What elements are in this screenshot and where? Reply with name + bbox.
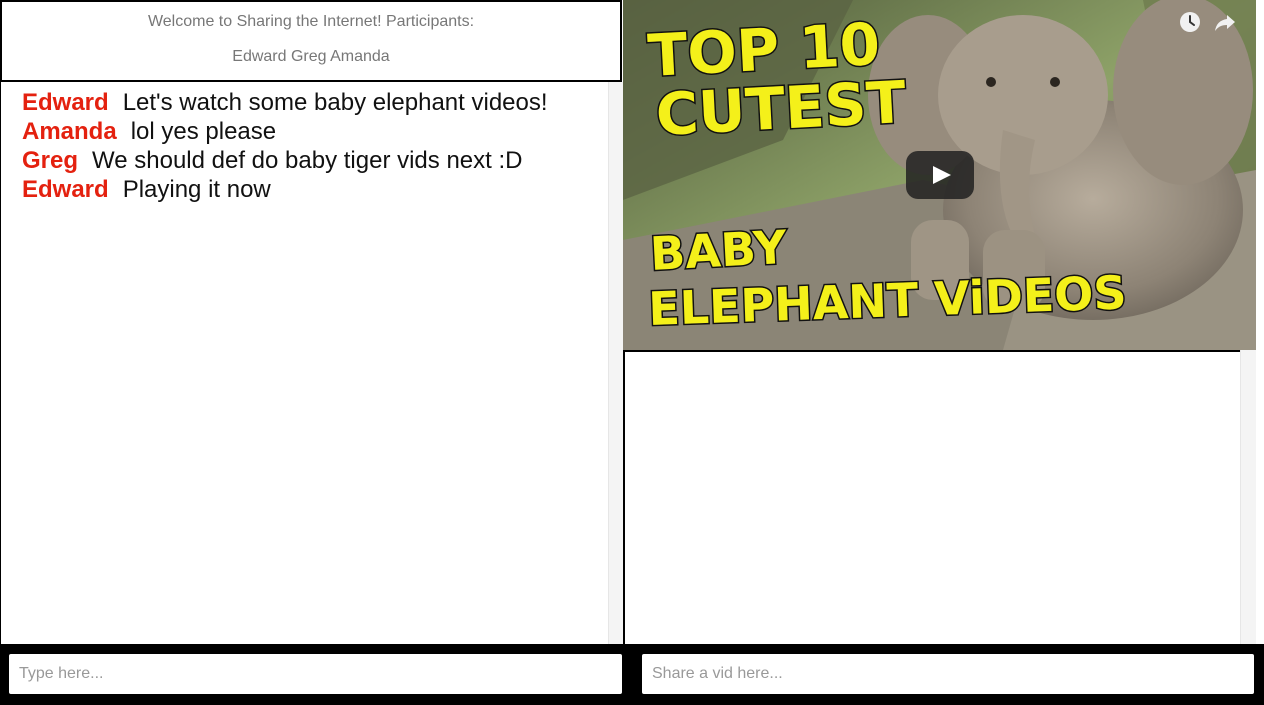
message-text: We should def do baby tiger vids next :D [92, 147, 523, 174]
message-list: Edward Let's watch some baby elephant vid… [22, 88, 599, 204]
chat-panel: Edward Let's watch some baby elephant vid… [0, 82, 609, 644]
message-text: Let's watch some baby elephant videos! [122, 89, 548, 116]
play-icon[interactable] [906, 151, 974, 199]
participants-list: Edward Greg Amanda [232, 48, 390, 65]
chat-input[interactable] [9, 654, 622, 694]
shared-video-list [623, 350, 1240, 644]
chat-message: Edward Let's watch some baby elephant vid… [22, 88, 599, 117]
message-sender: Greg [22, 147, 79, 174]
message-sender: Amanda [22, 118, 117, 145]
video-list-scrollbar[interactable] [1240, 350, 1257, 644]
share-icon[interactable] [1213, 10, 1237, 34]
input-bar [0, 644, 1264, 705]
message-text: Playing it now [122, 176, 271, 203]
message-sender: Edward [22, 176, 109, 203]
svg-text:BABY: BABY [649, 220, 789, 281]
share-video-input[interactable] [642, 654, 1254, 694]
video-player[interactable]: TOP 10 CUTEST BABY ELEPHANT ViDEOS [623, 0, 1256, 350]
chat-message: Amanda lol yes please [22, 117, 599, 146]
welcome-header: Welcome to Sharing the Internet! Partici… [0, 0, 622, 82]
clock-icon[interactable] [1178, 10, 1202, 34]
sharing-app: Welcome to Sharing the Internet! Partici… [0, 0, 1264, 705]
chat-scrollbar[interactable] [608, 82, 623, 644]
message-text: lol yes please [130, 118, 277, 145]
welcome-title: Welcome to Sharing the Internet! Partici… [147, 13, 475, 30]
right-edge [1256, 0, 1264, 644]
chat-message: Edward Playing it now [22, 175, 599, 204]
chat-message: Greg We should def do baby tiger vids nex… [22, 146, 599, 175]
message-sender: Edward [22, 89, 109, 116]
svg-text:CUTEST: CUTEST [654, 68, 908, 149]
